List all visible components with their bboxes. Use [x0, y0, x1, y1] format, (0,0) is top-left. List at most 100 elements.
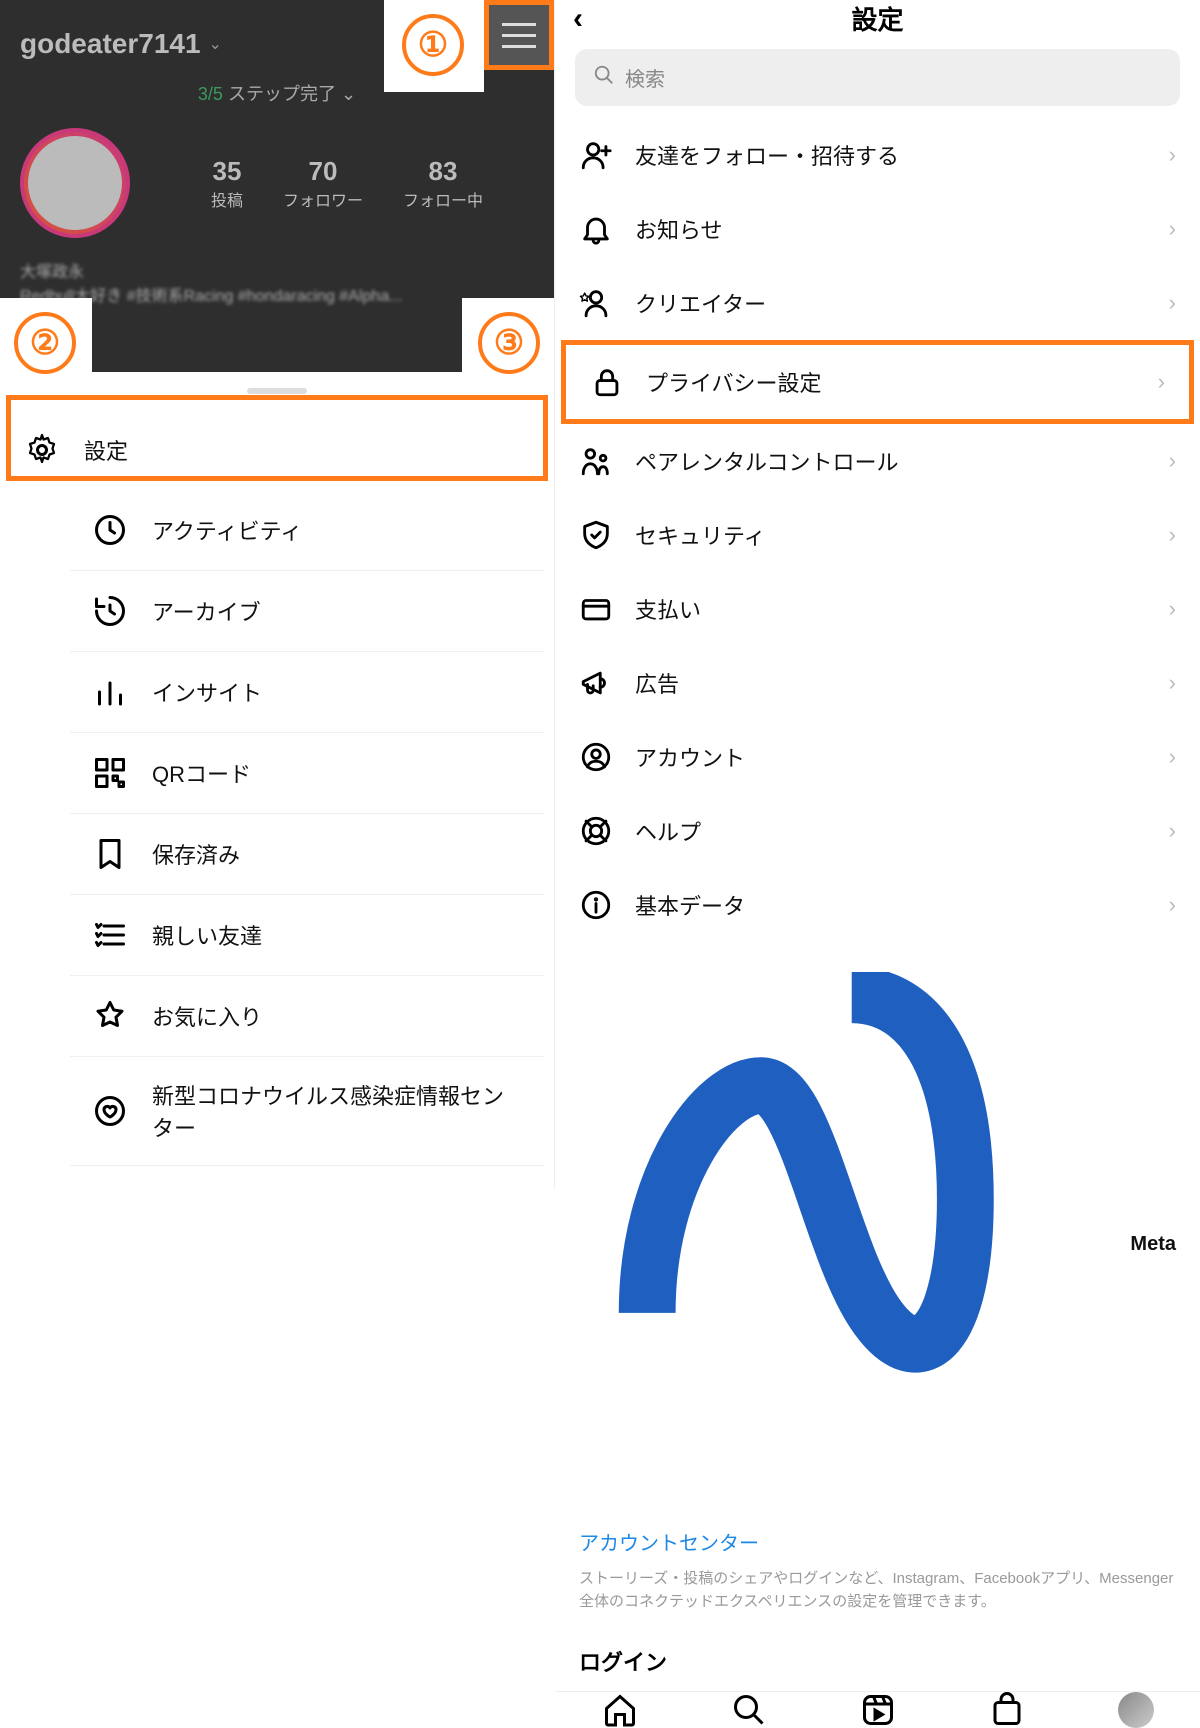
gear-icon [24, 432, 60, 468]
avatar[interactable] [20, 128, 130, 238]
search-icon[interactable] [731, 1692, 767, 1728]
setting-label: ヘルプ [635, 815, 701, 847]
menu-item-gear[interactable]: 設定 [0, 410, 554, 490]
setting-item-account[interactable]: アカウント › [555, 720, 1200, 794]
setting-item-megaphone[interactable]: 広告 › [555, 646, 1200, 720]
menu-label: アクティビティ [152, 514, 302, 546]
menu-item-archive[interactable]: アーカイブ [70, 571, 544, 652]
setting-item-lock[interactable]: プライバシー設定› [561, 340, 1194, 424]
home-icon[interactable] [602, 1692, 638, 1728]
menu-label: 保存済み [152, 838, 240, 870]
setting-label: 支払い [635, 593, 701, 625]
stat-posts[interactable]: 35 投稿 [211, 156, 243, 211]
menu-item-chart[interactable]: インサイト [70, 652, 544, 733]
reels-icon[interactable] [860, 1692, 896, 1728]
chevron-right-icon: › [1169, 216, 1176, 242]
setting-item-help[interactable]: ヘルプ › [555, 794, 1200, 868]
person-plus-icon [579, 138, 613, 172]
chart-icon [92, 674, 128, 710]
setting-item-shield[interactable]: セキュリティ › [555, 498, 1200, 572]
login-heading: ログイン [555, 1631, 1200, 1691]
menu-label: 設定 [84, 434, 128, 466]
setting-label: セキュリティ [635, 519, 766, 551]
profile-tab-avatar[interactable] [1118, 1692, 1154, 1728]
chevron-right-icon: › [1169, 596, 1176, 622]
chevron-right-icon: › [1169, 670, 1176, 696]
menu-item-bookmark[interactable]: 保存済み [70, 814, 544, 895]
meta-brand: Meta [555, 942, 1200, 1527]
menu-label: アーカイブ [152, 595, 261, 627]
drag-handle[interactable] [247, 388, 307, 394]
setting-item-bell[interactable]: お知らせ› [555, 192, 1200, 266]
account-center-link[interactable]: アカウントセンター [555, 1527, 1200, 1568]
stat-num: 35 [211, 156, 243, 187]
menu-label: お気に入り [152, 1000, 262, 1032]
steps-suffix: ステップ完了 [223, 84, 336, 104]
heart-shield-icon [92, 1093, 128, 1129]
step-marker-2: ② [14, 312, 76, 374]
chevron-right-icon: › [1169, 892, 1176, 918]
star-icon [92, 998, 128, 1034]
stat-followers[interactable]: 70 フォロワー [283, 156, 363, 211]
clock-icon [92, 512, 128, 548]
star-person-icon [579, 286, 613, 320]
setting-item-star-person[interactable]: クリエイター› [555, 266, 1200, 340]
step-marker-1: ① [402, 14, 464, 76]
chevron-down-icon[interactable]: ⌄ [209, 34, 222, 54]
shop-icon[interactable] [989, 1692, 1025, 1728]
chevron-right-icon: › [1169, 448, 1176, 474]
setting-label: アカウント [635, 741, 745, 773]
search-input[interactable]: 検索 [575, 49, 1180, 106]
chevron-right-icon: › [1169, 744, 1176, 770]
menu-label: インサイト [152, 676, 262, 708]
meta-description: ストーリーズ・投稿のシェアやログインなど、Instagram、Facebookア… [555, 1568, 1200, 1631]
star-list-icon [92, 917, 128, 953]
chevron-right-icon: › [1158, 369, 1165, 395]
menu-item-star[interactable]: お気に入り [70, 976, 544, 1057]
account-icon [579, 740, 613, 774]
left-panel: godeater7141 ⌄ 3/5 ステップ完了 ⌄ 35 投稿 70 フォロ… [0, 0, 555, 1189]
steps-count: 3/5 [198, 84, 223, 104]
search-placeholder: 検索 [625, 63, 665, 92]
chevron-right-icon: › [1169, 522, 1176, 548]
help-icon [579, 814, 613, 848]
hamburger-menu-button[interactable] [484, 0, 554, 70]
page-title: 設定 [851, 0, 903, 37]
chevron-right-icon: › [1169, 142, 1176, 168]
settings-list: 友達をフォロー・招待する›お知らせ›クリエイター›プライバシー設定›ペアレンタル… [555, 118, 1200, 942]
stat-label: フォロー中 [403, 187, 483, 211]
setting-label: 広告 [635, 667, 679, 699]
card-icon [579, 592, 613, 626]
username[interactable]: godeater7141 [20, 28, 201, 60]
setting-label: クリエイター [635, 287, 766, 319]
menu-item-heart-shield[interactable]: 新型コロナウイルス感染症情報センター [70, 1057, 544, 1166]
setting-label: 友達をフォロー・招待する [635, 139, 899, 171]
menu-item-star-list[interactable]: 親しい友達 [70, 895, 544, 976]
menu-label: 親しい友達 [152, 919, 262, 951]
chevron-down-icon: ⌄ [341, 84, 356, 104]
search-icon [593, 64, 615, 92]
stat-label: 投稿 [211, 187, 243, 211]
bio-text: Redbull大好き #技術系Racing #hondaracing #Alph… [20, 282, 534, 306]
stat-num: 83 [403, 156, 483, 187]
lock-icon [590, 365, 624, 399]
chevron-right-icon: › [1169, 818, 1176, 844]
stat-following[interactable]: 83 フォロー中 [403, 156, 483, 211]
menu-label: QRコード [152, 757, 251, 789]
parent-icon [579, 444, 613, 478]
bell-icon [579, 212, 613, 246]
menu-item-clock[interactable]: アクティビティ [70, 490, 544, 571]
back-button[interactable]: ‹ [573, 2, 583, 36]
bio-name: 大塚政永 [20, 258, 534, 282]
shield-icon [579, 518, 613, 552]
right-panel: ‹ 設定 検索 友達をフォロー・招待する›お知らせ›クリエイター›プライバシー設… [555, 0, 1200, 1189]
setting-item-info[interactable]: 基本データ › [555, 868, 1200, 942]
menu-item-qr[interactable]: QRコード [70, 733, 544, 814]
setting-label: 基本データ [635, 889, 745, 921]
stat-label: フォロワー [283, 187, 363, 211]
setting-item-person-plus[interactable]: 友達をフォロー・招待する › [555, 118, 1200, 192]
stat-num: 70 [283, 156, 363, 187]
setting-item-card[interactable]: 支払い › [555, 572, 1200, 646]
stats: 35 投稿 70 フォロワー 83 フォロー中 [160, 156, 534, 211]
setting-item-parent[interactable]: ペアレンタルコントロール› [555, 424, 1200, 498]
